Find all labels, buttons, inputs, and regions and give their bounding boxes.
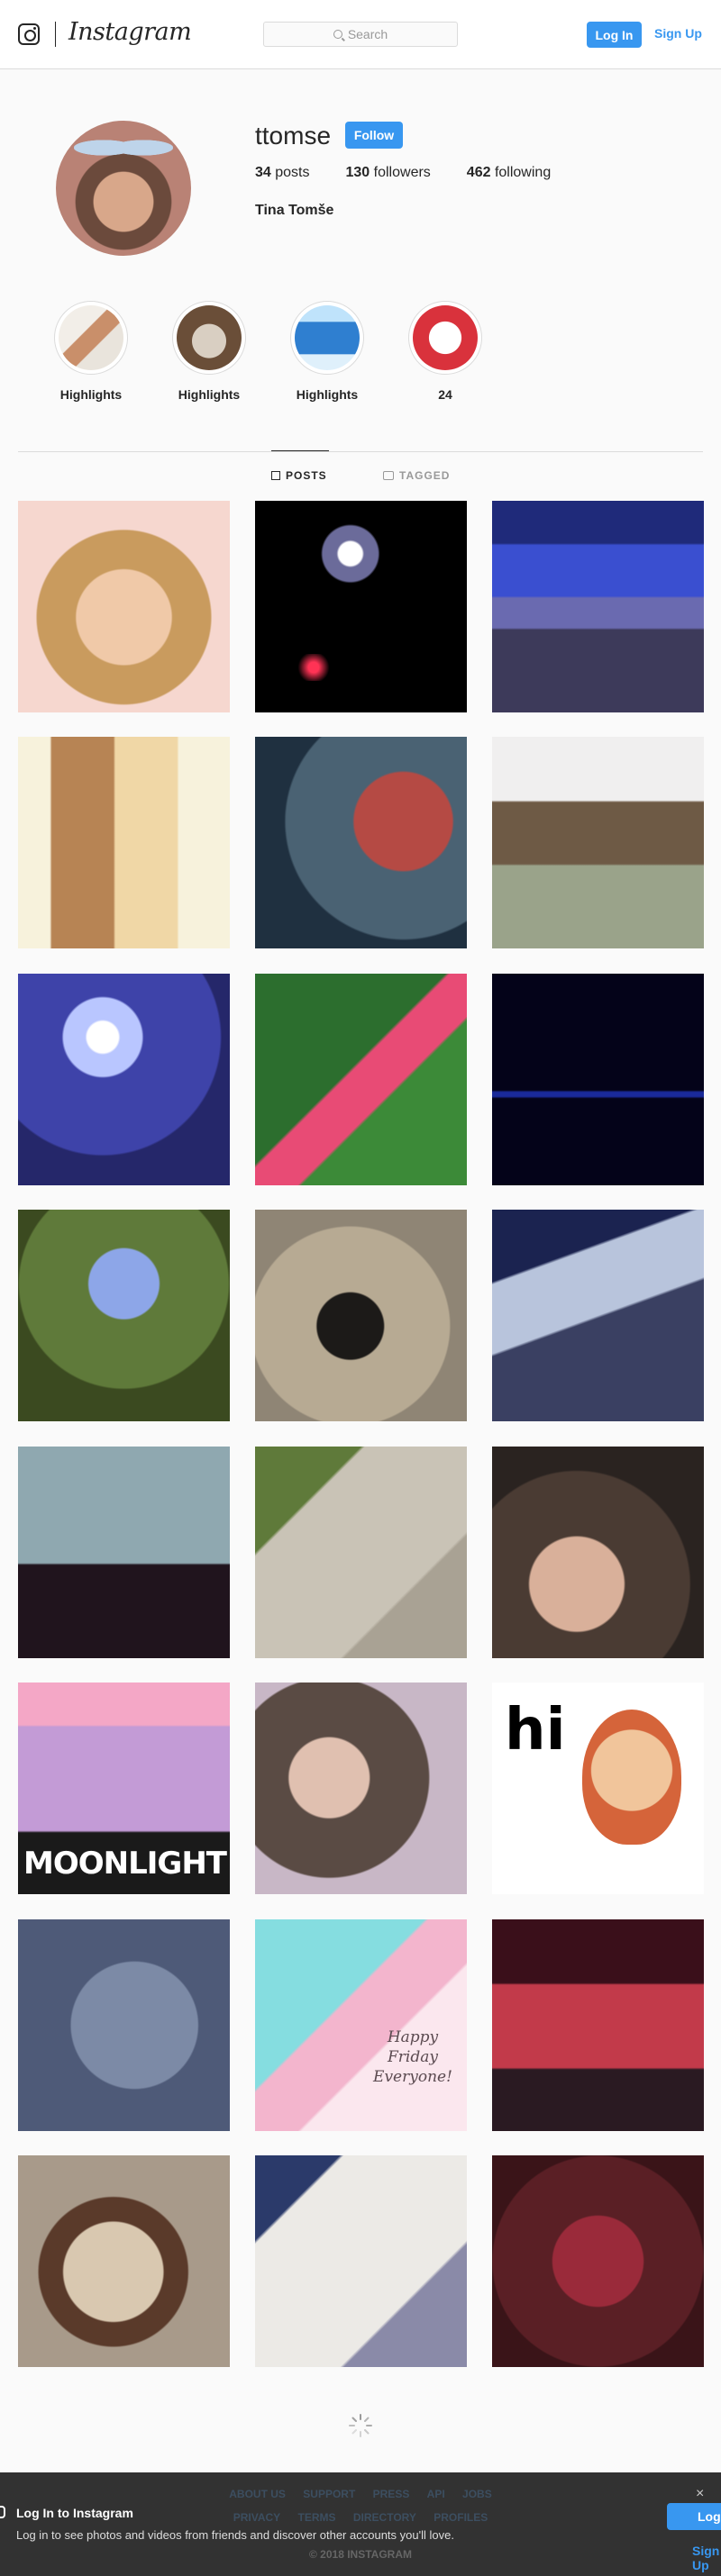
highlight-cover	[295, 305, 360, 370]
login-button[interactable]: Log In	[587, 22, 642, 48]
footer-link[interactable]: TERMS	[298, 2511, 336, 2524]
post-thumbnail[interactable]	[492, 1447, 704, 1658]
grid-icon	[271, 471, 280, 480]
post-thumbnail[interactable]	[255, 1210, 467, 1421]
highlight-cover	[413, 305, 478, 370]
post-thumbnail[interactable]	[18, 1210, 230, 1421]
top-nav: Instagram Search Log In Sign Up	[0, 0, 721, 69]
footer-link[interactable]: API	[427, 2488, 445, 2500]
copyright: © 2018 INSTAGRAM	[309, 2548, 412, 2561]
post-thumbnail[interactable]	[18, 737, 230, 948]
post-thumbnail[interactable]	[255, 1683, 467, 1894]
post-thumbnail[interactable]	[255, 2155, 467, 2367]
footer-link[interactable]: ABOUT US	[229, 2488, 286, 2500]
highlight-label: Highlights	[59, 387, 123, 402]
tag-icon	[383, 471, 394, 480]
footer-links-row-1-overlay: ABOUT US SUPPORT PRESS API JOBS	[0, 2482, 721, 2506]
highlight-label: 24	[438, 387, 452, 402]
search-input[interactable]: Search	[263, 22, 458, 47]
post-thumbnail[interactable]	[255, 974, 467, 1185]
post-thumbnail[interactable]	[492, 737, 704, 948]
login-bar-body: Log in to see photos and videos from fri…	[16, 2528, 454, 2542]
highlight-item[interactable]: Highlights	[290, 301, 364, 402]
profile-username: ttomse	[255, 122, 332, 150]
post-thumbnail[interactable]	[492, 974, 704, 1185]
tab-posts[interactable]: POSTS	[271, 469, 327, 482]
footer-link[interactable]: JOBS	[462, 2488, 492, 2500]
login-bar-login-button[interactable]: Log In	[667, 2503, 721, 2530]
following-label: following	[494, 165, 552, 180]
post-thumbnail[interactable]	[255, 501, 467, 712]
post-caption-text: Happy Friday Everyone!	[373, 2028, 452, 2086]
post-thumbnail[interactable]	[492, 1210, 704, 1421]
following-stat[interactable]: 462 following	[467, 165, 551, 181]
post-thumbnail[interactable]: Happy Friday Everyone!	[255, 1919, 467, 2131]
followers-label: followers	[373, 165, 431, 180]
camera-icon[interactable]	[18, 23, 40, 45]
post-thumbnail[interactable]	[18, 2155, 230, 2367]
story-highlights: Highlights Highlights Highlights 24	[54, 301, 482, 402]
post-thumbnail[interactable]	[18, 501, 230, 712]
footer-link[interactable]: SUPPORT	[303, 2488, 355, 2500]
post-thumbnail[interactable]	[18, 974, 230, 1185]
footer-link[interactable]: PROFILES	[434, 2511, 488, 2524]
profile-stats: 34 posts 130 followers 462 following	[255, 165, 551, 181]
post-caption-text: hi	[505, 1697, 566, 1764]
followers-stat[interactable]: 130 followers	[346, 165, 431, 181]
post-thumbnail[interactable]	[18, 1919, 230, 2131]
loading-spinner-icon	[349, 2414, 372, 2437]
highlight-item[interactable]: Highlights	[54, 301, 128, 402]
post-caption-text: MOONLIGHT	[23, 1846, 227, 1882]
post-thumbnail[interactable]	[492, 501, 704, 712]
footer-link[interactable]: PRIVACY	[233, 2511, 280, 2524]
highlight-label: Highlights	[178, 387, 241, 402]
post-thumbnail[interactable]: MOONLIGHT	[18, 1683, 230, 1894]
search-icon	[333, 30, 342, 39]
posts-count: 34	[255, 165, 271, 180]
login-bar-title: Log In to Instagram	[16, 2506, 133, 2520]
highlight-label: Highlights	[296, 387, 359, 402]
profile-full-name: Tina Tomše	[255, 203, 334, 218]
posts-stat: 34 posts	[255, 165, 310, 181]
avatar	[56, 121, 191, 256]
nav-divider	[55, 22, 56, 47]
highlight-item[interactable]: 24	[408, 301, 482, 402]
login-bar-signup-link[interactable]: Sign Up	[692, 2544, 721, 2572]
tab-posts-label: POSTS	[286, 469, 327, 482]
posts-label: posts	[275, 165, 310, 180]
instagram-wordmark[interactable]: Instagram	[68, 18, 192, 46]
followers-count: 130	[345, 165, 370, 180]
post-thumbnail[interactable]	[255, 1447, 467, 1658]
post-thumbnail[interactable]: hi	[492, 1683, 704, 1894]
post-thumbnail[interactable]	[492, 2155, 704, 2367]
post-thumbnail[interactable]	[18, 1447, 230, 1658]
tab-tagged-label: TAGGED	[399, 469, 451, 482]
highlight-cover	[177, 305, 242, 370]
signup-link[interactable]: Sign Up	[654, 26, 702, 41]
tab-tagged[interactable]: TAGGED	[383, 469, 450, 482]
footer-link[interactable]: DIRECTORY	[353, 2511, 416, 2524]
search-placeholder: Search	[347, 27, 388, 41]
close-icon[interactable]: ×	[696, 2486, 704, 2502]
following-count: 462	[466, 165, 491, 180]
instagram-logo-icon	[0, 2506, 5, 2518]
tabs-divider	[18, 451, 703, 452]
highlight-cover	[59, 305, 123, 370]
post-thumbnail[interactable]	[255, 737, 467, 948]
active-tab-indicator	[271, 450, 329, 451]
footer-link[interactable]: PRESS	[373, 2488, 410, 2500]
post-thumbnail[interactable]	[492, 1919, 704, 2131]
highlight-item[interactable]: Highlights	[172, 301, 246, 402]
follow-button[interactable]: Follow	[345, 122, 403, 149]
